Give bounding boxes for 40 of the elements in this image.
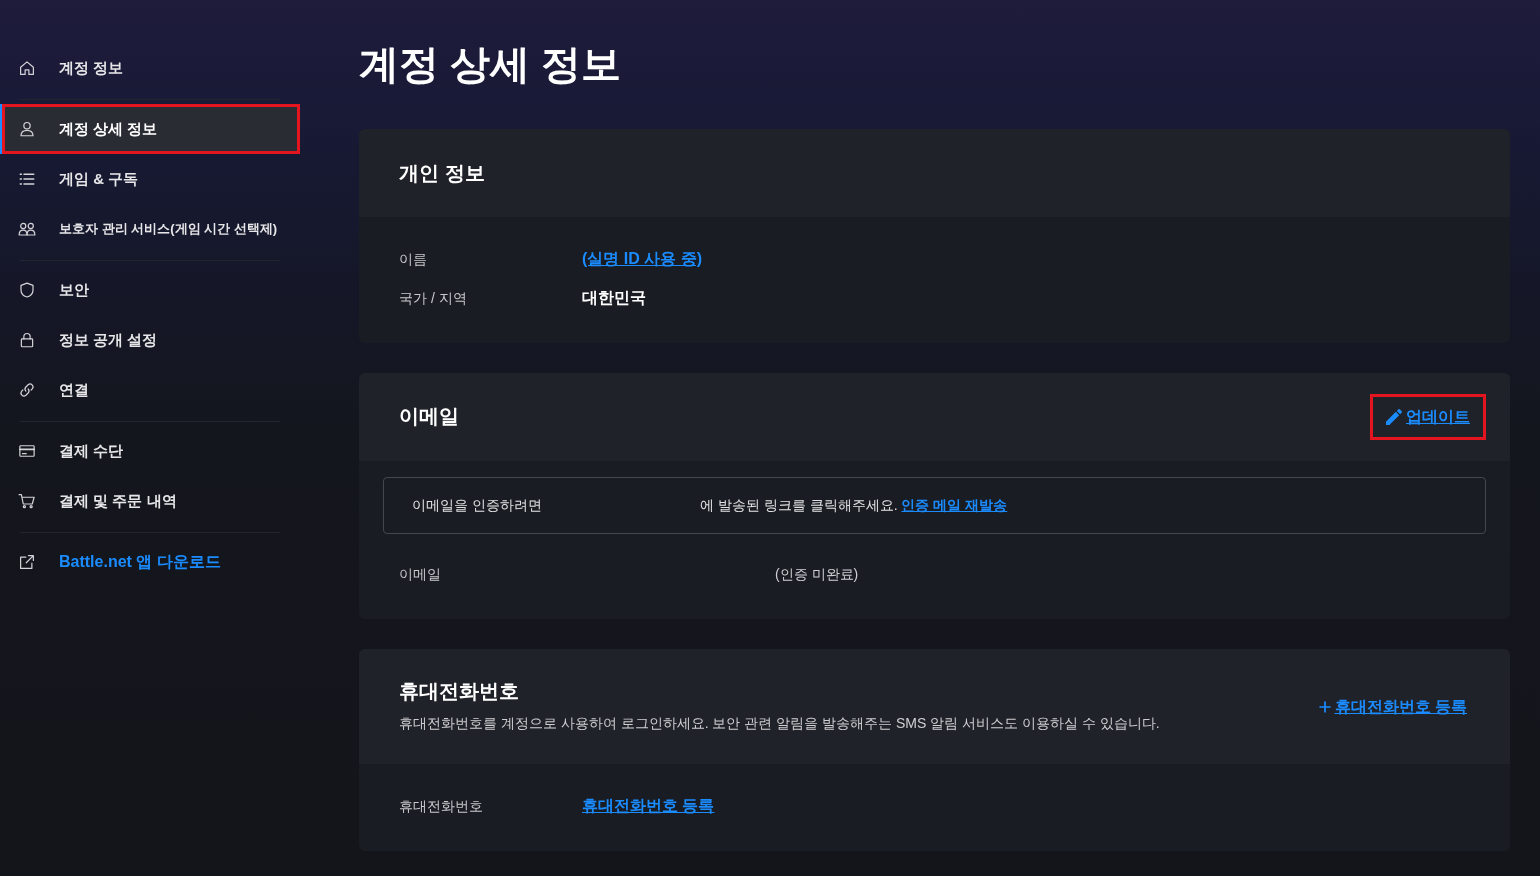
value-link[interactable]: (실명 ID 사용 중) [582,249,702,270]
cart-icon [18,492,36,510]
update-link[interactable]: 업데이트 [1370,394,1486,440]
section-title: 개인 정보 [399,161,485,186]
status-text: (인증 미완료) [775,565,859,584]
sidebar-item[interactable]: 계정 정보 [0,43,300,93]
users-icon [18,220,36,238]
sidebar-item[interactable]: Battle.net 앱 다운로드 [0,537,300,587]
add-link[interactable]: 휴대전화번호 등록 [1315,692,1470,721]
external-link-icon [18,553,36,571]
sidebar-item[interactable]: 결제 수단 [0,426,300,476]
credit-card-icon [18,442,36,460]
notice-text: 이메일을 인증하려면 [412,496,542,515]
shield-icon [18,281,36,299]
value-link[interactable]: 휴대전화번호 등록 [582,796,715,817]
field-label: 이메일 [399,565,441,584]
sidebar-item[interactable]: 게임 & 구독 [0,154,300,204]
lock-icon [18,331,36,349]
section-title: 휴대전화번호 [399,679,520,704]
plus-icon [1318,700,1331,713]
field-label: 국가 / 지역 [399,289,467,308]
sidebar-item[interactable]: 보안 [0,265,300,315]
section-description: 휴대전화번호를 계정으로 사용하여 로그인하세요. 보안 관련 알림을 발송해주는 SMS 알림 서비스도 이용하실 수 있습니다. [399,714,1160,733]
list-icon [18,170,36,188]
user-icon [18,120,36,138]
field-label: 이름 [399,250,427,269]
notice-text: 에 발송된 링크를 클릭해주세요. 인증 메일 재발송 [700,496,1008,515]
resend-link[interactable]: 인증 메일 재발송 [901,496,1008,513]
field-value: 대한민국 [582,288,646,308]
link-icon [18,381,36,399]
page-title: 계정 상세 정보 [359,41,623,88]
sidebar-item[interactable]: 보호자 관리 서비스(게임 시간 선택제) [0,204,300,254]
sidebar-item[interactable]: 연결 [0,365,300,415]
field-label: 휴대전화번호 [399,797,483,816]
home-icon [18,59,36,77]
section-title: 이메일 [399,403,459,429]
sidebar-item[interactable]: 결제 및 주문 내역 [0,476,300,526]
pencil-icon [1386,409,1402,425]
sidebar-item[interactable]: 정보 공개 설정 [0,315,300,365]
sidebar-item[interactable]: 계정 상세 정보 [0,104,300,154]
